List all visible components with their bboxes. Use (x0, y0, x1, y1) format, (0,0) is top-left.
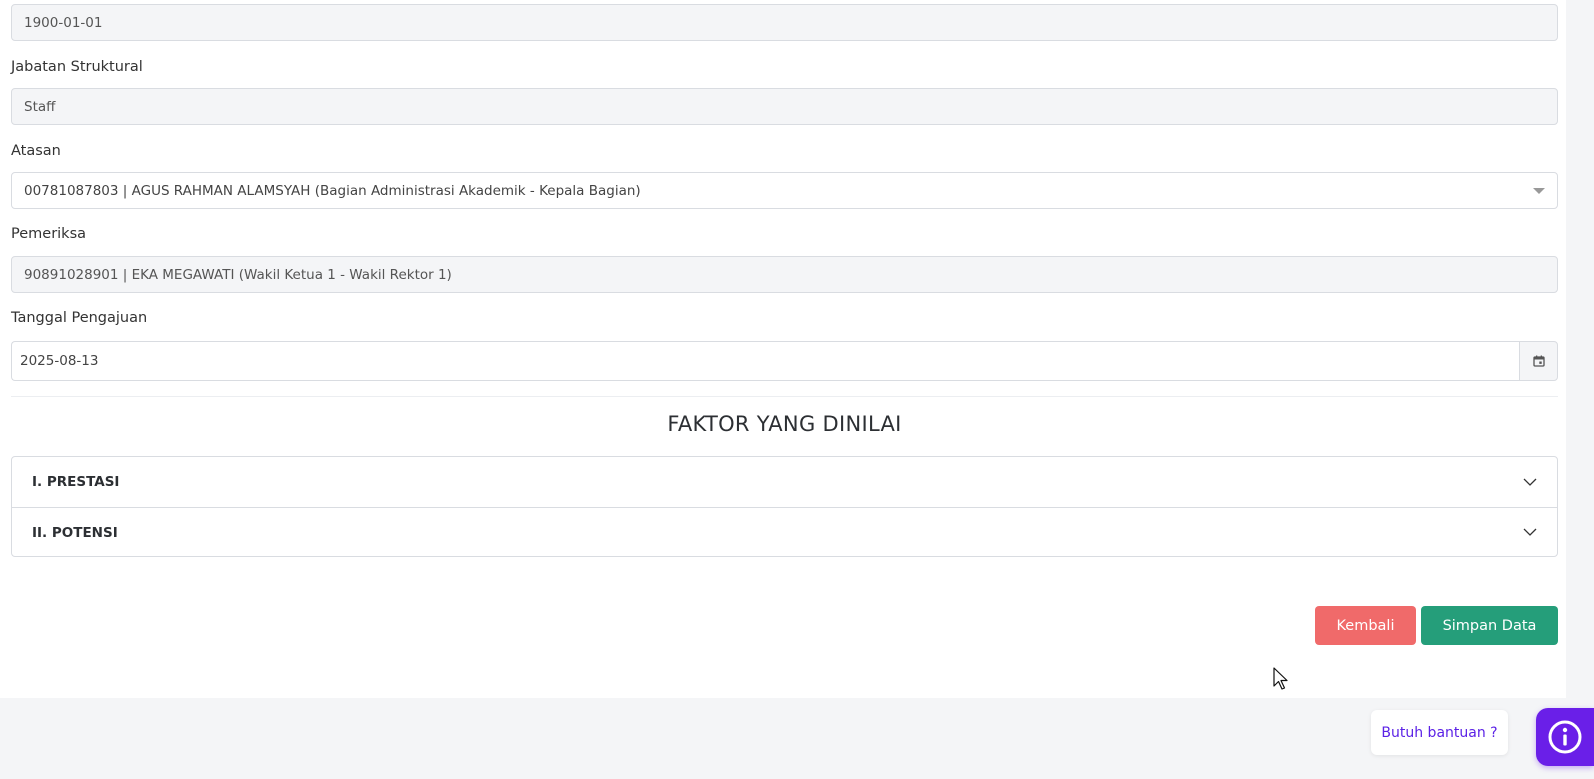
pemeriksa-label: Pemeriksa (11, 226, 87, 242)
jabatan-label: Jabatan Struktural (11, 59, 143, 75)
atasan-select[interactable]: 00781087803 | AGUS RAHMAN ALAMSYAH (Bagi… (11, 172, 1558, 209)
scrollbar[interactable] (1566, 0, 1594, 779)
section-title: FAKTOR YANG DINILAI (667, 412, 902, 436)
atasan-label: Atasan (11, 143, 61, 159)
save-button[interactable]: Simpan Data (1421, 606, 1558, 645)
calendar-button[interactable] (1519, 341, 1558, 381)
accordion-item-potensi[interactable]: II. POTENSI (12, 507, 1557, 557)
tanggal-date-group: 2025-08-13 (11, 341, 1558, 381)
accordion-item-prestasi[interactable]: I. PRESTASI (12, 457, 1557, 507)
form-card: 1900-01-01 Jabatan Struktural Staff Atas… (0, 0, 1566, 698)
first-date-value: 1900-01-01 (24, 14, 103, 31)
help-tooltip[interactable]: Butuh bantuan ? (1371, 710, 1508, 755)
divider (11, 396, 1558, 397)
help-button[interactable] (1536, 708, 1594, 766)
chevron-down-icon (1523, 478, 1537, 486)
tanggal-value: 2025-08-13 (20, 353, 99, 369)
mouse-cursor-icon (1273, 667, 1288, 690)
chevron-down-icon[interactable] (1533, 188, 1545, 194)
pemeriksa-value: 90891028901 | EKA MEGAWATI (Wakil Ketua … (24, 266, 452, 283)
back-button[interactable]: Kembali (1315, 606, 1416, 645)
first-date-field: 1900-01-01 (11, 4, 1558, 41)
faktor-accordion: I. PRESTASI II. POTENSI (11, 456, 1558, 557)
pemeriksa-field: 90891028901 | EKA MEGAWATI (Wakil Ketua … (11, 256, 1558, 293)
info-icon (1548, 720, 1582, 754)
calendar-icon (1532, 355, 1545, 367)
jabatan-value: Staff (24, 98, 56, 115)
jabatan-field: Staff (11, 88, 1558, 125)
accordion-item-label: I. PRESTASI (32, 474, 120, 490)
tanggal-label: Tanggal Pengajuan (11, 310, 148, 326)
accordion-item-label: II. POTENSI (32, 524, 118, 541)
tanggal-input[interactable]: 2025-08-13 (11, 341, 1519, 381)
help-label: Butuh bantuan ? (1381, 724, 1498, 741)
chevron-down-icon (1523, 528, 1537, 536)
atasan-value: 00781087803 | AGUS RAHMAN ALAMSYAH (Bagi… (24, 182, 641, 199)
